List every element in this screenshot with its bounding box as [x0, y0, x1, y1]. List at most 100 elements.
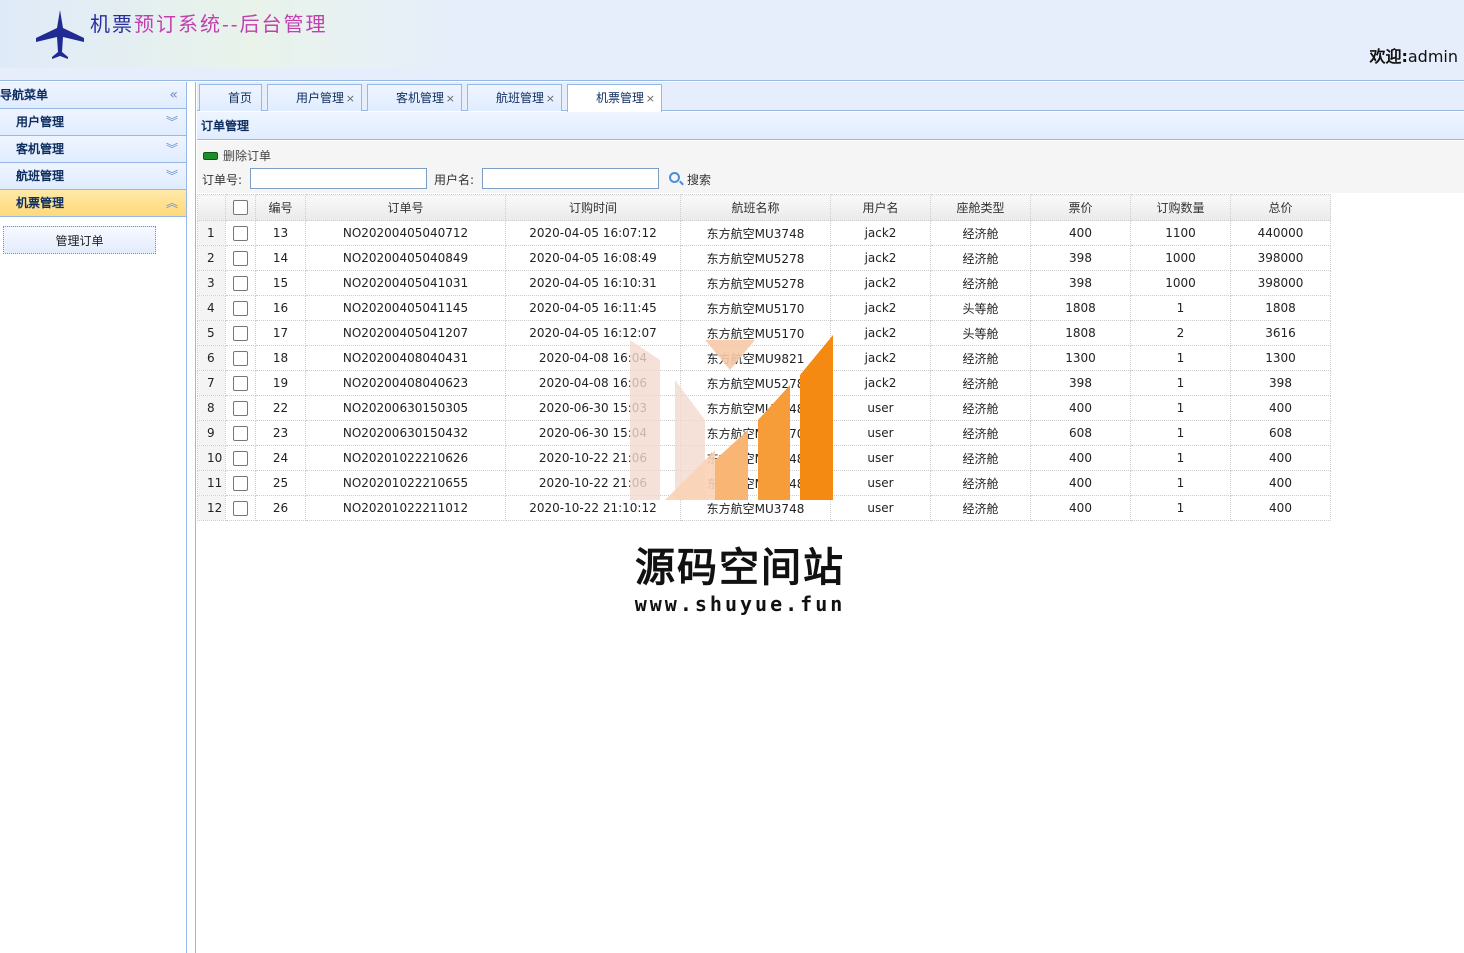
column-header[interactable]: 票价 — [1030, 194, 1131, 221]
splitter[interactable] — [187, 82, 196, 953]
watermark-text: 源码空间站 — [635, 545, 845, 591]
close-icon[interactable]: × — [546, 85, 555, 112]
table-row[interactable]: 10 24 NO20201022210626 2020-10-22 21:06 东方航空… — [197, 445, 1331, 471]
row-checkbox[interactable] — [233, 450, 248, 466]
tab-flight-management[interactable]: 航班管理 × — [467, 84, 562, 111]
nav-menu-header[interactable]: 导航菜单 « — [0, 82, 186, 109]
panel-title: 订单管理 — [197, 112, 1464, 140]
logo-area: 机票预订系统--后台管理 — [0, 0, 458, 68]
table-cell: jack2 — [830, 270, 931, 296]
column-header[interactable]: 航班名称 — [680, 194, 831, 221]
table-cell: 2020-10-22 21:06 — [505, 470, 681, 496]
table-row[interactable]: 12 26 NO20201022211012 2020-10-22 21:10:12 东… — [197, 495, 1331, 521]
sidebar-item-label: 用户管理 — [16, 115, 65, 129]
row-checkbox[interactable] — [233, 375, 248, 391]
row-checkbox[interactable] — [233, 350, 248, 366]
row-checkbox[interactable] — [233, 275, 248, 291]
table-cell: 东方航空MU3748 — [680, 470, 831, 496]
manage-orders-button[interactable]: 管理订单 — [3, 226, 156, 254]
row-select-cell[interactable] — [225, 395, 256, 421]
chevron-down-icon[interactable]: ︾ — [166, 136, 178, 163]
username-input[interactable] — [482, 168, 659, 189]
row-checkbox[interactable] — [233, 225, 248, 241]
close-icon[interactable]: × — [646, 85, 655, 112]
table-row[interactable]: 3 15 NO20200405041031 2020-04-05 16:10:31 东方… — [197, 270, 1331, 296]
row-select-cell[interactable] — [225, 445, 256, 471]
row-checkbox[interactable] — [233, 400, 248, 416]
chevron-down-icon[interactable]: ︾ — [166, 109, 178, 136]
row-checkbox[interactable] — [233, 475, 248, 491]
sidebar-item-flight-management[interactable]: 航班管理 ︾ — [0, 163, 186, 190]
table-cell: 1 — [1130, 395, 1231, 421]
row-select-cell[interactable] — [225, 245, 256, 271]
table-cell: 东方航空MU5278 — [680, 370, 831, 396]
sidebar-item-ticket-management[interactable]: 机票管理 ︽ — [0, 190, 186, 217]
row-select-cell[interactable] — [225, 420, 256, 446]
table-cell: 东方航空MU3748 — [680, 495, 831, 521]
row-select-cell[interactable] — [225, 220, 256, 246]
search-button[interactable]: 搜索 — [667, 171, 711, 188]
column-header[interactable]: 编号 — [255, 194, 306, 221]
table-row[interactable]: 4 16 NO20200405041145 2020-04-05 16:11:45 东方… — [197, 295, 1331, 321]
row-number: 12 — [197, 495, 226, 521]
table-cell: 25 — [255, 470, 306, 496]
chevron-up-icon[interactable]: ︽ — [166, 190, 178, 217]
tab-home[interactable]: 首页 — [199, 84, 262, 111]
tab-user-management[interactable]: 用户管理 × — [267, 84, 362, 111]
row-checkbox[interactable] — [233, 300, 248, 316]
column-header[interactable]: 用户名 — [830, 194, 931, 221]
column-header[interactable]: 订购数量 — [1130, 194, 1231, 221]
table-cell: 398 — [1030, 270, 1131, 296]
row-checkbox[interactable] — [233, 425, 248, 441]
table-row[interactable]: 5 17 NO20200405041207 2020-04-05 16:12:07 东方… — [197, 320, 1331, 346]
delete-order-button[interactable]: 删除订单 — [203, 147, 271, 165]
sidebar-item-aircraft-management[interactable]: 客机管理 ︾ — [0, 136, 186, 163]
select-all-checkbox[interactable] — [233, 200, 248, 215]
row-select-cell[interactable] — [225, 320, 256, 346]
table-cell: NO20201022210655 — [305, 470, 506, 496]
row-select-cell[interactable] — [225, 470, 256, 496]
tab-aircraft-management[interactable]: 客机管理 × — [367, 84, 462, 111]
column-header[interactable]: 座舱类型 — [930, 194, 1031, 221]
tab-ticket-management[interactable]: 机票管理 × — [567, 84, 662, 112]
table-cell: 头等舱 — [930, 320, 1031, 346]
table-row[interactable]: 2 14 NO20200405040849 2020-04-05 16:08:49 东方… — [197, 245, 1331, 271]
table-cell: 1808 — [1030, 320, 1131, 346]
table-row[interactable]: 8 22 NO20200630150305 2020-06-30 15:03 东方航空M… — [197, 395, 1331, 421]
table-cell: 1100 — [1130, 220, 1231, 246]
table-cell: NO20200405040712 — [305, 220, 506, 246]
row-checkbox[interactable] — [233, 500, 248, 516]
table-row[interactable]: 6 18 NO20200408040431 2020-04-08 16:04 东方航空M… — [197, 345, 1331, 371]
close-icon[interactable]: × — [446, 85, 455, 112]
table-row[interactable]: 11 25 NO20201022210655 2020-10-22 21:06 东方航空… — [197, 470, 1331, 496]
row-select-cell[interactable] — [225, 495, 256, 521]
column-header[interactable]: 总价 — [1230, 194, 1331, 221]
sidebar-item-user-management[interactable]: 用户管理 ︾ — [0, 109, 186, 136]
table-cell: 1 — [1130, 420, 1231, 446]
row-select-cell[interactable] — [225, 345, 256, 371]
table-cell: 2020-04-05 16:12:07 — [505, 320, 681, 346]
column-header[interactable]: 订单号 — [305, 194, 506, 221]
select-all-cell[interactable] — [225, 194, 256, 221]
close-icon[interactable]: × — [346, 85, 355, 112]
table-cell: 398 — [1030, 245, 1131, 271]
table-cell: 1808 — [1230, 295, 1331, 321]
row-select-cell[interactable] — [225, 370, 256, 396]
table-cell: 18 — [255, 345, 306, 371]
collapse-left-icon[interactable]: « — [169, 82, 178, 109]
row-select-cell[interactable] — [225, 295, 256, 321]
table-row[interactable]: 7 19 NO20200408040623 2020-04-08 16:06 东方航空M… — [197, 370, 1331, 396]
sidebar-item-label: 航班管理 — [16, 169, 65, 183]
table-row[interactable]: 9 23 NO20200630150432 2020-06-30 15:04 东方航空M… — [197, 420, 1331, 446]
row-number: 6 — [197, 345, 226, 371]
row-checkbox[interactable] — [233, 250, 248, 266]
row-checkbox[interactable] — [233, 325, 248, 341]
chevron-down-icon[interactable]: ︾ — [166, 163, 178, 190]
order-no-input[interactable] — [250, 168, 427, 189]
column-header[interactable]: 订购时间 — [505, 194, 681, 221]
row-select-cell[interactable] — [225, 270, 256, 296]
table-cell: jack2 — [830, 320, 931, 346]
table-cell: 608 — [1230, 420, 1331, 446]
table-cell: 400 — [1030, 445, 1131, 471]
table-row[interactable]: 1 13 NO20200405040712 2020-04-05 16:07:12 东方… — [197, 220, 1331, 246]
